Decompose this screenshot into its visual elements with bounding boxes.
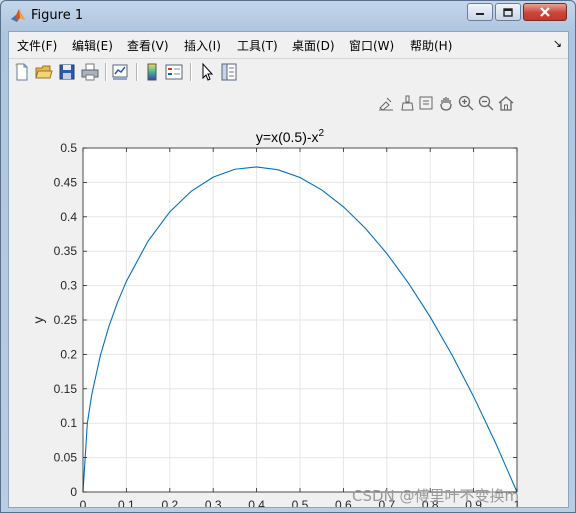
menu-window[interactable]: 窗口(W): [349, 37, 394, 54]
y-tick-label: 0.25: [54, 313, 78, 327]
matlab-icon: [11, 9, 25, 22]
toolbar-separator: [136, 63, 138, 81]
menu-bar: 文件(F) 编辑(E) 查看(V) 插入(I) 工具(T) 桌面(D) 窗口(W…: [9, 32, 568, 57]
menu-desktop[interactable]: 桌面(D): [292, 37, 335, 54]
menu-file[interactable]: 文件(F): [17, 37, 57, 54]
x-tick-label: 0.5: [292, 498, 309, 507]
y-tick-label: 0.5: [60, 141, 77, 155]
x-tick-label: 0: [80, 498, 87, 507]
close-button[interactable]: [523, 3, 567, 21]
watermark-text: CSDN @傅里叶不变换m: [352, 487, 520, 505]
zoom-in-icon[interactable]: [458, 95, 474, 111]
menu-arrow-icon[interactable]: ↘: [553, 37, 562, 50]
y-tick-label: 0.2: [60, 347, 77, 361]
minimize-icon: [476, 13, 484, 15]
x-tick-label: 0.3: [205, 498, 222, 507]
print-icon[interactable]: [80, 62, 100, 82]
x-tick-label: 0.6: [335, 498, 352, 507]
y-tick-label: 0: [70, 485, 77, 499]
x-tick-label: 0.1: [118, 498, 135, 507]
figure-canvas: 0 0.1 0.2 0.3 0.4 0.5 0.6 0.7 0.8 0.9 1 0 0.05 0.1 0.1…: [9, 85, 568, 507]
toolbar-separator: [190, 63, 192, 81]
menu-tools[interactable]: 工具(T): [237, 37, 278, 54]
close-icon: [540, 7, 550, 17]
property-editor-icon[interactable]: [219, 62, 239, 82]
open-file-icon[interactable]: [34, 62, 54, 82]
menu-help[interactable]: 帮助(H): [410, 37, 452, 54]
zoom-out-icon[interactable]: [478, 95, 494, 111]
menu-insert[interactable]: 插入(I): [184, 37, 221, 54]
maximize-icon: [503, 7, 513, 17]
chart-title: y=x(0.5)-x2: [256, 128, 325, 145]
data-tips-icon[interactable]: [418, 95, 434, 111]
y-tick-label: 0.3: [60, 279, 77, 293]
figure-window: Figure 1 文件(F) 编辑(E) 查看(V) 插入(I) 工具(T) 桌…: [0, 0, 576, 513]
legend-icon[interactable]: [164, 62, 184, 82]
new-figure-icon[interactable]: [12, 62, 32, 82]
line-chart: 0 0.1 0.2 0.3 0.4 0.5 0.6 0.7 0.8 0.9 100.050.10.1…: [30, 128, 521, 507]
y-tick-label: 0.15: [54, 382, 78, 396]
figure-toolbar: [9, 58, 568, 86]
home-icon[interactable]: [498, 95, 514, 111]
maximize-button[interactable]: [495, 3, 521, 21]
link-plot-icon[interactable]: [110, 62, 130, 82]
menu-view[interactable]: 查看(V): [127, 37, 169, 54]
title-bar[interactable]: Figure 1: [1, 1, 575, 31]
x-tick-label: 0.4: [248, 498, 265, 507]
window-title: Figure 1: [31, 8, 84, 23]
save-icon[interactable]: [57, 62, 77, 82]
y-tick-label: 0.05: [54, 451, 78, 465]
y-tick-label: 0.35: [54, 244, 78, 258]
y-tick-label: 0.4: [60, 210, 77, 224]
y-axis-label: y: [30, 317, 46, 324]
y-tick-label: 0.1: [60, 416, 77, 430]
minimize-button[interactable]: [467, 3, 493, 21]
brush-icon[interactable]: [399, 95, 415, 111]
x-tick-label: 0.2: [161, 498, 178, 507]
pan-icon[interactable]: [438, 95, 454, 111]
pointer-icon[interactable]: [197, 62, 217, 82]
toolbar-separator: [105, 63, 107, 81]
figure-client-area: 文件(F) 编辑(E) 查看(V) 插入(I) 工具(T) 桌面(D) 窗口(W…: [8, 31, 569, 508]
edit-plot-icon[interactable]: [378, 95, 394, 111]
menu-edit[interactable]: 编辑(E): [72, 37, 113, 54]
y-tick-label: 0.45: [54, 175, 78, 189]
colorbar-icon[interactable]: [142, 62, 162, 82]
